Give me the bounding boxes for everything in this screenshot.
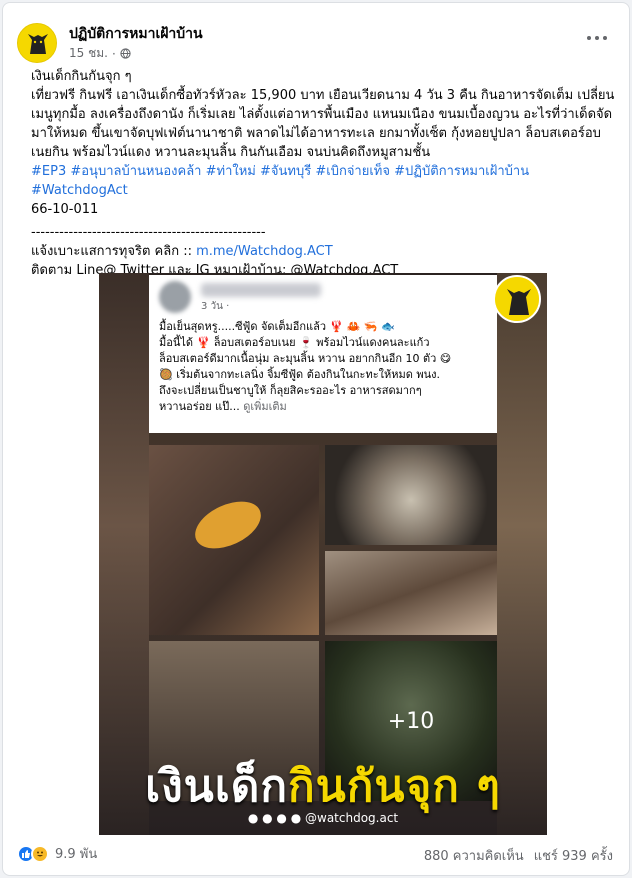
post-time[interactable]: 15 ชม. xyxy=(69,44,108,63)
report-link[interactable]: m.me/Watchdog.ACT xyxy=(196,244,333,259)
hashtag[interactable]: #อนุบาลบ้านหนองคล้า xyxy=(70,164,201,179)
hashtag[interactable]: #จันทบุรี xyxy=(260,164,311,179)
comment-count[interactable]: 880 ความคิดเห็น xyxy=(424,845,524,866)
post-card: ปฏิบัติการหมาเฝ้าบ้าน 15 ชม. · เงินเด็กก… xyxy=(2,2,630,876)
post-text: เงินเด็กกินกันจุก ๆ เที่ยวฟรี กินฟรี เอา… xyxy=(31,67,616,280)
reaction-summary[interactable]: 9.9 พัน xyxy=(17,843,97,864)
reaction-count: 9.9 พัน xyxy=(55,847,98,862)
photo-shabu-plates xyxy=(325,551,497,635)
hashtag[interactable]: #ท่าใหม่ xyxy=(206,164,256,179)
watchdog-logo xyxy=(493,275,541,323)
embedded-post-screenshot: 3 วัน · มื้อเย็นสุดหรู.....ซีฟู้ด จัดเต็… xyxy=(149,275,497,433)
share-count[interactable]: แชร์ 939 ครั้ง xyxy=(534,845,613,866)
hashtag[interactable]: #ปฏิบัติการหมาเฝ้าบ้าน xyxy=(394,164,529,179)
post-meta: 15 ชม. · xyxy=(69,44,131,63)
post-body: เที่ยวฟรี กินฟรี เอาเงินเด็กซื้อทัวร์หัว… xyxy=(31,88,615,160)
post-image[interactable]: 3 วัน · มื้อเย็นสุดหรู.....ซีฟู้ด จัดเต็… xyxy=(99,273,547,835)
social-icons: ● ● ● ● xyxy=(247,811,305,825)
blurred-name xyxy=(201,283,321,297)
post-code: 66-10-011 xyxy=(31,202,99,217)
page-avatar[interactable] xyxy=(17,23,57,63)
more-options-icon[interactable] xyxy=(585,31,609,45)
social-handle: ● ● ● ● @watchdog.act xyxy=(247,811,399,825)
post-title: เงินเด็กกินกันจุก ๆ xyxy=(31,69,132,84)
report-line: แจ้งเบาะแสการทุจริต คลิก :: m.me/Watchdo… xyxy=(31,242,616,261)
report-label: แจ้งเบาะแสการทุจริต คลิก :: xyxy=(31,244,197,259)
photo-seafood-pot xyxy=(325,445,497,545)
blurred-avatar xyxy=(159,281,191,313)
photo-woman-lobster xyxy=(149,445,319,635)
hashtag[interactable]: #WatchdogAct xyxy=(31,183,128,198)
hashtag[interactable]: #EP3 xyxy=(31,164,66,179)
see-more-link: ดูเพิ่มเติม xyxy=(243,400,287,413)
separator: ----------------------------------------… xyxy=(31,225,266,240)
embedded-body: มื้อเย็นสุดหรู.....ซีฟู้ด จัดเต็มอีกแล้ว… xyxy=(159,320,452,413)
embedded-time: 3 วัน · xyxy=(201,301,230,312)
haha-reaction-icon xyxy=(31,844,49,863)
hashtag-list: #EP3 #อนุบาลบ้านหนองคล้า #ท่าใหม่ #จันทบ… xyxy=(31,162,616,200)
page-name[interactable]: ปฏิบัติการหมาเฝ้าบ้าน xyxy=(69,23,203,45)
engagement-counts: 880 ความคิดเห็น แชร์ 939 ครั้ง xyxy=(424,845,613,866)
globe-icon xyxy=(120,48,131,59)
hashtag[interactable]: #เบิกจ่ายเท็จ xyxy=(315,164,390,179)
